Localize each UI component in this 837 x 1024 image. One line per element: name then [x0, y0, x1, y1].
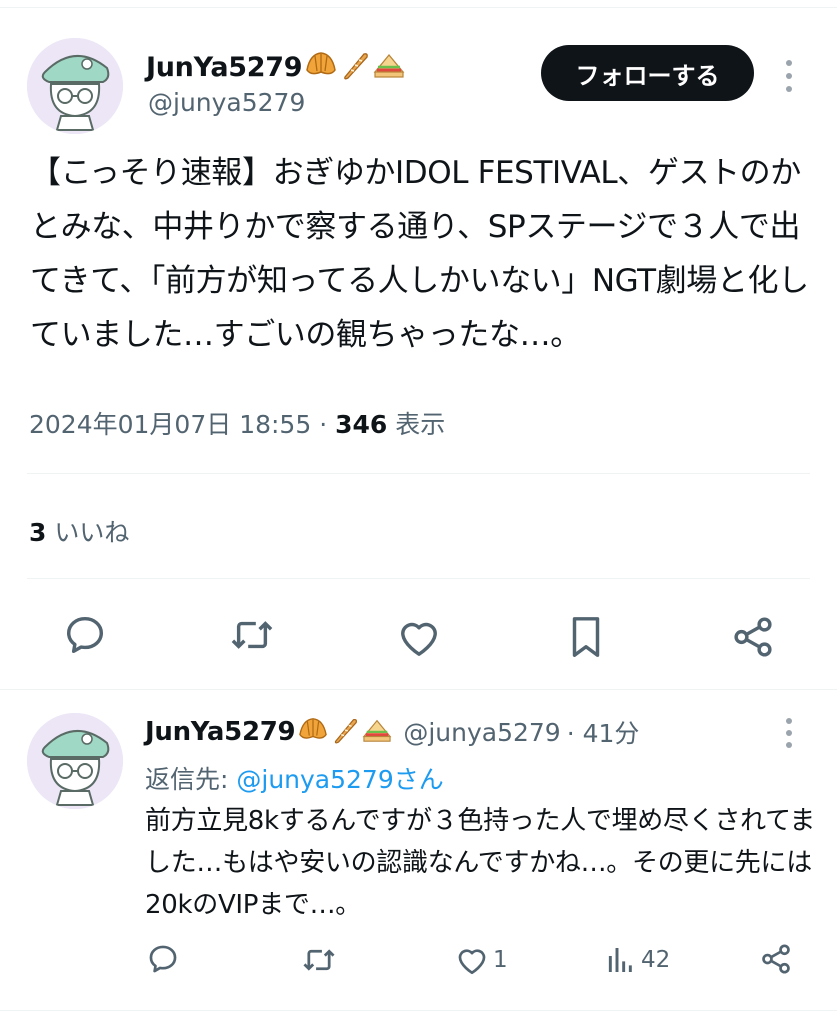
- reply-time[interactable]: · 41分: [567, 714, 640, 750]
- top-border: [0, 0, 837, 8]
- reply-icon: [149, 945, 177, 973]
- reply-author-display-name[interactable]: JunYa5279: [145, 717, 296, 747]
- likes-label: いいね: [54, 518, 130, 547]
- more-options-icon[interactable]: [786, 60, 792, 92]
- croissant-icon: [304, 50, 338, 84]
- share-button[interactable]: [730, 614, 776, 660]
- analytics-icon: [608, 948, 632, 972]
- reply-to-label: 返信先:: [145, 765, 237, 794]
- baguette-icon: [340, 50, 370, 84]
- like-button[interactable]: [396, 616, 442, 658]
- author-handle[interactable]: @junya5279: [148, 88, 305, 117]
- like-count: 1: [493, 947, 508, 973]
- tweet-meta: 2024年01月07日 18:55 · 346 表示: [29, 405, 445, 441]
- tweet-text: 【こっそり速報】おぎゆかIDOL FESTIVAL、ゲストのかとみな、中井りかで…: [30, 155, 809, 353]
- bottom-border: [0, 1010, 837, 1011]
- retweet-icon: [231, 621, 273, 649]
- section-separator: [0, 689, 837, 690]
- like-icon: [458, 949, 486, 975]
- views-label: 表示: [395, 410, 446, 439]
- sandwich-icon: [361, 716, 393, 748]
- croissant-icon: [297, 716, 329, 748]
- reply-text: 前方立見8kするんですが３色持った人で埋め尽くされてました…もはや安いの認識なん…: [145, 806, 816, 920]
- likes-count: 3: [29, 518, 47, 547]
- bookmark-button[interactable]: [566, 614, 606, 660]
- views-count: 346: [335, 410, 388, 439]
- baguette-icon: [331, 716, 359, 748]
- like-button[interactable]: 1: [455, 944, 508, 976]
- views-button[interactable]: 42: [605, 944, 670, 976]
- share-icon: [762, 944, 790, 974]
- reply-to-line: 返信先: @junya5279さん: [145, 760, 444, 796]
- follow-button[interactable]: フォローする: [541, 45, 754, 101]
- avatar-illustration-icon: [27, 713, 123, 809]
- meta-separator: ·: [311, 410, 336, 439]
- bookmark-icon: [572, 617, 600, 657]
- retweet-button[interactable]: [229, 614, 275, 656]
- tweet-timestamp[interactable]: 2024年01月07日 18:55: [29, 410, 311, 439]
- author-name-row[interactable]: JunYa5279: [146, 50, 406, 84]
- main-tweet: JunYa5279 @junya5279 フォローする 【こっそり速報】おぎゆか…: [0, 8, 837, 690]
- views-count: 42: [641, 947, 671, 973]
- divider: [27, 473, 810, 474]
- reply-button[interactable]: [62, 612, 108, 658]
- reply-to-handle-link[interactable]: @junya5279さん: [236, 765, 443, 794]
- more-options-icon[interactable]: [786, 718, 792, 748]
- reply-avatar[interactable]: [27, 713, 123, 809]
- reply-author-handle[interactable]: @junya5279: [403, 718, 560, 747]
- sandwich-icon: [372, 50, 406, 84]
- share-icon: [734, 617, 772, 657]
- avatar[interactable]: [27, 38, 123, 134]
- avatar-illustration-icon: [27, 38, 123, 134]
- reply-author-row[interactable]: JunYa5279 @junya5279 · 41分: [145, 714, 639, 750]
- author-display-name[interactable]: JunYa5279: [146, 52, 303, 83]
- retweet-button[interactable]: [301, 944, 337, 976]
- reply-icon: [66, 616, 104, 654]
- likes-stat[interactable]: 3 いいね: [29, 513, 129, 549]
- like-icon: [401, 622, 437, 656]
- retweet-icon: [303, 949, 335, 971]
- reply-button[interactable]: [146, 942, 180, 976]
- share-button[interactable]: [759, 942, 793, 976]
- divider: [27, 578, 810, 579]
